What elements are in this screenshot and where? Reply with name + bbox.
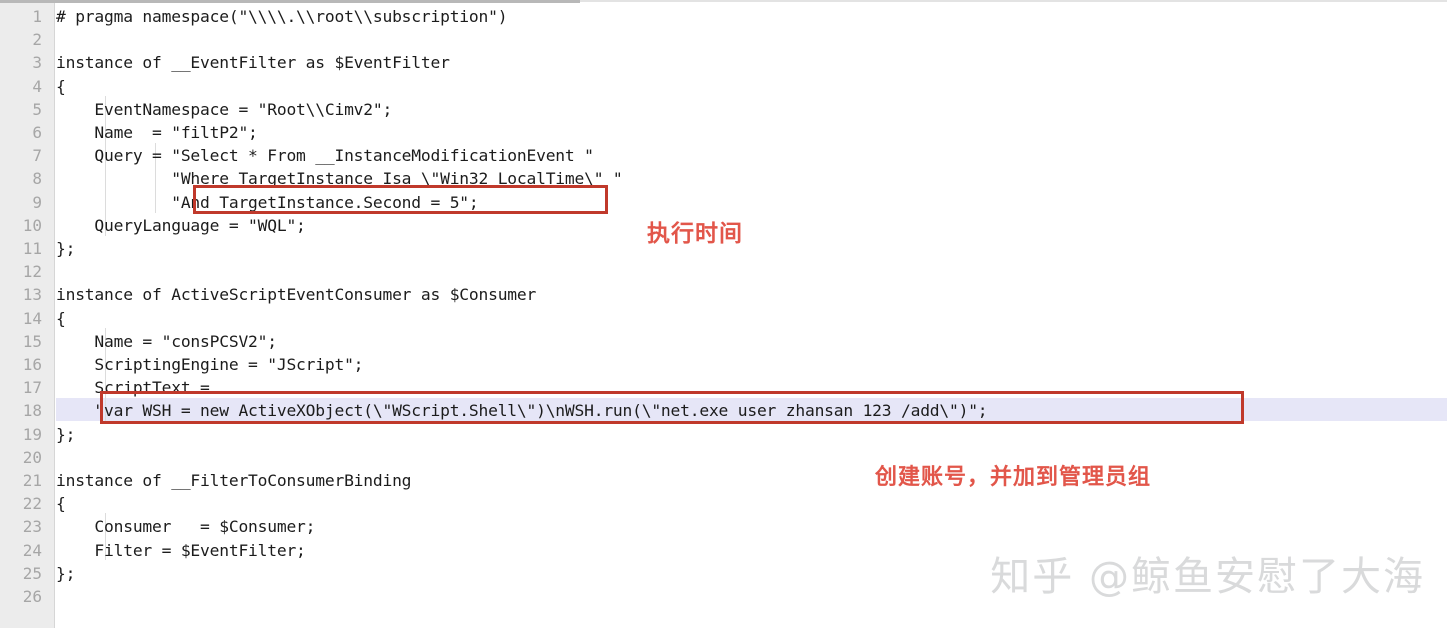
line-number: 18 xyxy=(22,401,42,421)
code-editor-screenshot: 1 2 3 4 5 6 7 8 9 10 11 12 13 14 15 16 17 18 19 20 21 22 23 24 2… xyxy=(0,0,1447,628)
line-number: 24 xyxy=(22,540,42,560)
line-number: 11 xyxy=(22,239,42,258)
line-number: 2 xyxy=(32,30,42,50)
line-number: 9 xyxy=(32,192,42,212)
annotation-execution-time: 执行时间 xyxy=(647,221,743,247)
line-number: 25 xyxy=(22,563,42,583)
code-line: }; xyxy=(56,563,76,583)
code-line: EventNamespace = "Root\\Cimv2"; xyxy=(56,99,393,119)
code-line: ScriptingEngine = "JScript"; xyxy=(56,355,364,374)
line-number: 21 xyxy=(22,471,42,490)
line-number: 20 xyxy=(22,447,42,467)
line-number: 13 xyxy=(22,285,42,305)
line-number: 14 xyxy=(22,308,42,328)
code-line: Name = "consPCSV2"; xyxy=(56,331,277,351)
code-line: "Where TargetInstance Isa \"Win32 LocalT… xyxy=(56,169,623,189)
code-line: { xyxy=(56,76,66,96)
line-number: 8 xyxy=(32,169,42,189)
code-line: Query = "Select * From __InstanceModific… xyxy=(56,146,594,166)
annotation-create-account: 创建账号，并加到管理员组 xyxy=(875,465,1152,490)
code-line: Consumer = $Consumer; xyxy=(56,517,316,537)
line-number-gutter: 1 2 3 4 5 6 7 8 9 10 11 12 13 14 15 16 17 18 19 20 21 22 23 24 2… xyxy=(0,3,55,628)
code-line: }; xyxy=(56,239,76,258)
code-line: Name = "filtP2"; xyxy=(56,123,258,142)
code-line: # pragma namespace("\\\\.\\root\\subscri… xyxy=(56,7,508,26)
code-line: instance of ActiveScriptEventConsumer as… xyxy=(56,285,537,305)
line-number: 23 xyxy=(22,517,42,537)
line-number: 5 xyxy=(32,99,42,119)
code-line: Filter = $EventFilter; xyxy=(56,540,306,560)
line-number: 16 xyxy=(22,355,42,374)
line-number: 26 xyxy=(22,587,42,606)
code-line: instance of __FilterToConsumerBinding xyxy=(56,471,412,490)
code-area[interactable]: # pragma namespace("\\\\.\\root\\subscri… xyxy=(56,3,1447,628)
code-line: }; xyxy=(56,424,76,444)
line-number: 17 xyxy=(22,378,42,398)
line-number: 1 xyxy=(32,7,42,26)
line-number: 19 xyxy=(22,424,42,444)
line-number: 22 xyxy=(22,494,42,514)
window-chrome-strip-right xyxy=(580,0,1447,2)
line-number: 12 xyxy=(22,262,42,282)
line-number: 10 xyxy=(22,215,42,235)
code-line: "var WSH = new ActiveXObject(\"WScript.S… xyxy=(56,401,988,421)
code-line: { xyxy=(56,308,66,328)
code-line: "And TargetInstance.Second = 5"; xyxy=(56,192,479,212)
line-number: 3 xyxy=(32,53,42,73)
code-line: instance of __EventFilter as $EventFilte… xyxy=(56,53,450,73)
code-line: QueryLanguage = "WQL"; xyxy=(56,215,306,235)
line-number: 7 xyxy=(32,146,42,166)
line-number: 4 xyxy=(32,76,42,96)
line-number: 6 xyxy=(32,123,42,142)
watermark: 知乎 @鲸鱼安慰了大海 xyxy=(990,554,1425,600)
line-number: 15 xyxy=(22,331,42,351)
code-line: ScriptText = xyxy=(56,378,210,398)
code-line: { xyxy=(56,494,66,514)
